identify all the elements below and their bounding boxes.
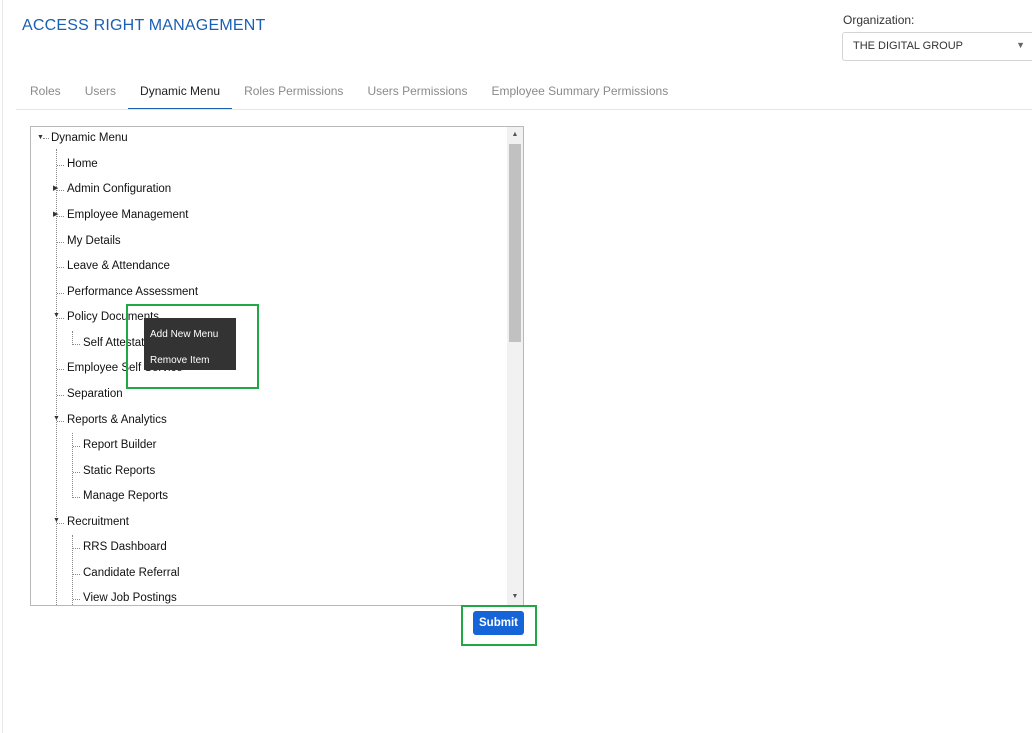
tree-connector: [73, 344, 80, 345]
tree-node-admin-configuration[interactable]: Admin Configuration: [67, 183, 171, 195]
tabs-divider: [16, 109, 1032, 110]
tree-connector: [57, 395, 64, 396]
tree-node-static-reports[interactable]: Static Reports: [83, 465, 155, 477]
tab-employee-summary-permissions[interactable]: Employee Summary Permissions: [479, 82, 680, 110]
tree-node-dynamic-menu[interactable]: Dynamic Menu: [51, 132, 128, 144]
tree-node-employee-management[interactable]: Employee Management: [67, 209, 188, 221]
tree-viewport: ▼ Dynamic Menu Home ▶ Admin Configuratio…: [31, 127, 507, 605]
tree-connector: [57, 293, 64, 294]
page-title: ACCESS RIGHT MANAGEMENT: [22, 17, 266, 34]
tree-node-performance-assessment[interactable]: Performance Assessment: [67, 286, 198, 298]
scrollbar-thumb[interactable]: [509, 144, 521, 342]
tree-scrollbar[interactable]: ▲ ▼: [507, 127, 523, 605]
tree-connector: [57, 421, 64, 422]
tree-connector: [57, 216, 64, 217]
scroll-down-arrow-icon[interactable]: ▼: [507, 589, 523, 605]
dynamic-menu-tree: ▼ Dynamic Menu Home ▶ Admin Configuratio…: [30, 126, 524, 606]
tab-bar: Roles Users Dynamic Menu Roles Permissio…: [18, 82, 680, 110]
tree-connector: [57, 165, 64, 166]
chevron-down-icon: ▼: [1016, 40, 1025, 50]
tree-connector: [73, 446, 80, 447]
tree-connector: [73, 574, 80, 575]
tree-node-home[interactable]: Home: [67, 158, 98, 170]
tab-users[interactable]: Users: [73, 82, 128, 110]
tree-connector: [57, 242, 64, 243]
tab-roles-permissions[interactable]: Roles Permissions: [232, 82, 355, 110]
tree-node-rrs-dashboard[interactable]: RRS Dashboard: [83, 541, 167, 553]
left-border: [2, 0, 3, 733]
organization-value: THE DIGITAL GROUP: [853, 40, 964, 52]
tree-connector: [57, 523, 64, 524]
tree-connector: [43, 138, 49, 139]
tab-roles[interactable]: Roles: [18, 82, 73, 110]
tree-connector: [57, 318, 64, 319]
tree-connector: [73, 472, 80, 473]
tree-guide-line: [72, 433, 73, 498]
tree-node-manage-reports[interactable]: Manage Reports: [83, 490, 168, 502]
tree-connector: [73, 548, 80, 549]
tree-guide-line: [72, 535, 73, 605]
scroll-up-arrow-icon[interactable]: ▲: [507, 127, 523, 143]
organization-select[interactable]: THE DIGITAL GROUP ▼: [842, 32, 1032, 61]
tree-connector: [57, 190, 64, 191]
tab-dynamic-menu[interactable]: Dynamic Menu: [128, 82, 233, 110]
tree-node-view-job-postings[interactable]: View Job Postings: [83, 592, 177, 604]
tree-connector: [73, 497, 80, 498]
organization-label: Organization:: [843, 13, 915, 27]
tree-node-separation[interactable]: Separation: [67, 388, 123, 400]
tree-node-reports-analytics[interactable]: Reports & Analytics: [67, 414, 167, 426]
submit-highlight-box: [461, 605, 537, 646]
tree-connector: [57, 267, 64, 268]
tree-node-leave-attendance[interactable]: Leave & Attendance: [67, 260, 170, 272]
tree-node-candidate-referral[interactable]: Candidate Referral: [83, 567, 180, 579]
tree-connector: [57, 369, 64, 370]
tree-connector: [73, 599, 80, 600]
tree-node-my-details[interactable]: My Details: [67, 235, 121, 247]
context-menu-highlight-box: [126, 304, 259, 389]
tab-users-permissions[interactable]: Users Permissions: [355, 82, 479, 110]
tree-guide-line: [72, 331, 73, 345]
tree-node-report-builder[interactable]: Report Builder: [83, 439, 157, 451]
tree-node-recruitment[interactable]: Recruitment: [67, 516, 129, 528]
